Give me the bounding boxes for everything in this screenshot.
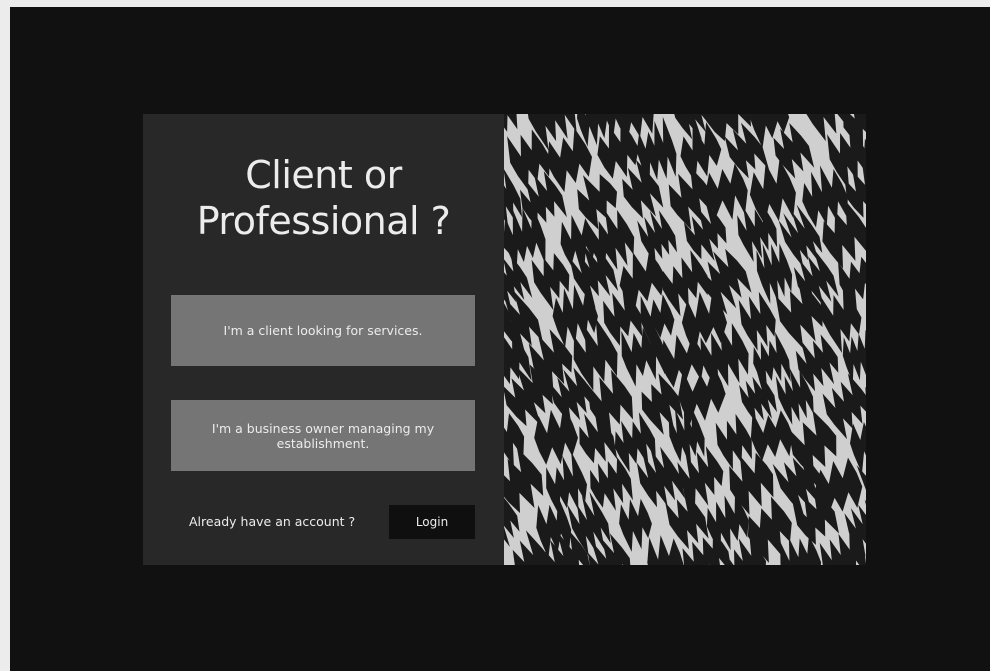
zigzag-shape: [546, 451, 587, 517]
title-line-2: Professional ?: [196, 199, 451, 243]
login-button[interactable]: Login: [389, 505, 475, 539]
zigzag-shape: [715, 413, 752, 470]
zigzag-shape: [842, 329, 866, 384]
business-owner-option-button[interactable]: I'm a business owner managing my establi…: [171, 400, 475, 471]
login-prompt-text: Already have an account ?: [189, 514, 356, 529]
zigzag-pattern-graphic: [504, 114, 866, 565]
zigzag-shape: [684, 201, 727, 261]
role-selection-panel: Client or Professional ? I'm a client lo…: [143, 114, 504, 565]
decorative-zigzag-pattern: [504, 114, 866, 565]
zigzag-shape: [700, 248, 752, 315]
client-option-button[interactable]: I'm a client looking for services.: [171, 295, 475, 366]
zigzag-shape: [850, 422, 866, 474]
page-background: Client or Professional ? I'm a client lo…: [10, 7, 990, 671]
zigzag-shape: [637, 210, 677, 264]
zigzag-shape: [619, 498, 652, 552]
login-row: Already have an account ? Login: [171, 505, 475, 539]
zigzag-shape: [534, 404, 578, 465]
zigzag-shape: [806, 114, 846, 142]
page-title: Client or Professional ?: [143, 152, 504, 244]
zigzag-shape: [665, 488, 709, 550]
role-selection-card: Client or Professional ? I'm a client lo…: [143, 114, 866, 565]
zigzag-shape: [579, 409, 618, 464]
zigzag-shape: [504, 204, 546, 271]
title-line-1: Client or: [245, 153, 402, 197]
zigzag-shape: [504, 114, 518, 132]
zigzag-shape: [647, 535, 684, 565]
zigzag-shape: [756, 243, 793, 304]
